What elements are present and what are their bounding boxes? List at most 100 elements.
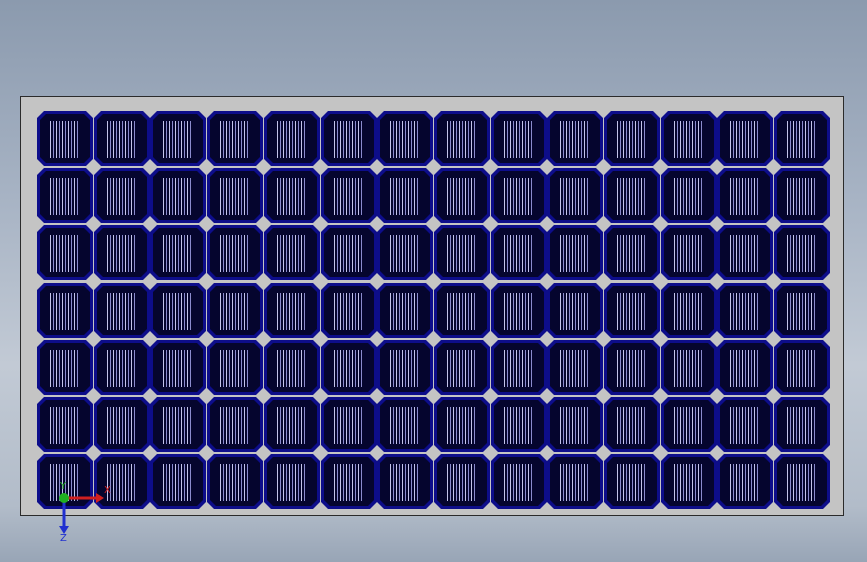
solar-cell-surface: [153, 171, 203, 220]
solar-cell: [94, 168, 150, 223]
solar-cell: [150, 111, 206, 166]
solar-cell-surface: [97, 114, 147, 163]
solar-cell-surface: [380, 457, 430, 506]
solar-cell-surface: [550, 400, 600, 449]
solar-cell: [491, 397, 547, 452]
solar-cell: [661, 340, 717, 395]
cell-busbars: [50, 407, 80, 444]
solar-cell-surface: [437, 343, 487, 392]
solar-cell-surface: [777, 114, 827, 163]
cell-busbars: [447, 350, 477, 387]
solar-cell-surface: [210, 114, 260, 163]
solar-cell: [377, 454, 433, 509]
solar-cell-surface: [607, 400, 657, 449]
solar-cell-surface: [550, 228, 600, 277]
cell-busbars: [390, 350, 420, 387]
cell-busbars: [787, 178, 817, 215]
cell-busbars: [617, 178, 647, 215]
cell-busbars: [504, 464, 534, 501]
solar-cell: [94, 397, 150, 452]
cell-busbars: [617, 350, 647, 387]
cell-busbars: [163, 121, 193, 158]
solar-cell: [377, 397, 433, 452]
graphics-viewport[interactable]: X Y Z: [0, 0, 867, 562]
solar-cell-surface: [380, 400, 430, 449]
solar-cell-surface: [437, 114, 487, 163]
solar-cell-surface: [777, 171, 827, 220]
solar-cell-surface: [380, 171, 430, 220]
solar-cell: [717, 168, 773, 223]
cell-busbars: [787, 235, 817, 272]
cell-busbars: [390, 178, 420, 215]
solar-cell: [207, 283, 263, 338]
cell-busbars: [504, 407, 534, 444]
solar-cell-surface: [40, 228, 90, 277]
cell-busbars: [617, 121, 647, 158]
solar-cell: [321, 168, 377, 223]
solar-cell-surface: [494, 171, 544, 220]
cell-busbars: [277, 407, 307, 444]
solar-cell: [604, 111, 660, 166]
solar-panel-model[interactable]: [20, 96, 844, 516]
solar-cell: [321, 397, 377, 452]
solar-cell: [661, 111, 717, 166]
solar-cell-surface: [607, 286, 657, 335]
cell-busbars: [277, 350, 307, 387]
solar-cell: [547, 283, 603, 338]
solar-cell: [207, 397, 263, 452]
solar-cell: [547, 111, 603, 166]
solar-cell: [321, 340, 377, 395]
solar-cell: [774, 397, 830, 452]
solar-cell: [774, 283, 830, 338]
solar-cell-surface: [607, 457, 657, 506]
solar-cell-surface: [380, 286, 430, 335]
solar-cell: [434, 397, 490, 452]
solar-cell: [717, 225, 773, 280]
solar-cell: [207, 168, 263, 223]
cell-busbars: [163, 350, 193, 387]
solar-cell-surface: [267, 400, 317, 449]
cell-busbars: [560, 464, 590, 501]
solar-cell: [321, 111, 377, 166]
cell-busbars: [674, 293, 704, 330]
solar-cell: [434, 111, 490, 166]
coordinate-triad: X Y Z: [40, 480, 130, 550]
solar-cell: [434, 283, 490, 338]
solar-cell-surface: [437, 228, 487, 277]
cell-busbars: [787, 464, 817, 501]
cell-busbars: [447, 235, 477, 272]
solar-cell: [661, 225, 717, 280]
solar-cell-surface: [324, 114, 374, 163]
solar-cell: [717, 283, 773, 338]
cell-busbars: [334, 178, 364, 215]
solar-cell-surface: [97, 171, 147, 220]
solar-cell-surface: [720, 171, 770, 220]
solar-cell: [264, 111, 320, 166]
cell-busbars: [50, 350, 80, 387]
solar-cell-surface: [437, 400, 487, 449]
solar-cell-surface: [437, 457, 487, 506]
solar-cell-surface: [550, 457, 600, 506]
solar-cell: [661, 283, 717, 338]
solar-cell: [207, 111, 263, 166]
solar-cell-surface: [153, 457, 203, 506]
cell-busbars: [787, 293, 817, 330]
cell-busbars: [163, 178, 193, 215]
solar-cell-surface: [97, 400, 147, 449]
solar-cell-surface: [324, 286, 374, 335]
solar-cell-surface: [777, 286, 827, 335]
solar-cell: [547, 340, 603, 395]
solar-cell: [150, 454, 206, 509]
solar-cell: [604, 454, 660, 509]
solar-cell-surface: [267, 114, 317, 163]
solar-cell-surface: [720, 228, 770, 277]
solar-cell-surface: [720, 114, 770, 163]
cell-busbars: [560, 178, 590, 215]
solar-cell: [264, 454, 320, 509]
solar-cell-surface: [153, 286, 203, 335]
cell-busbars: [220, 121, 250, 158]
solar-cell-surface: [550, 343, 600, 392]
solar-cell-surface: [607, 228, 657, 277]
solar-cell-surface: [40, 114, 90, 163]
solar-cell-surface: [550, 114, 600, 163]
